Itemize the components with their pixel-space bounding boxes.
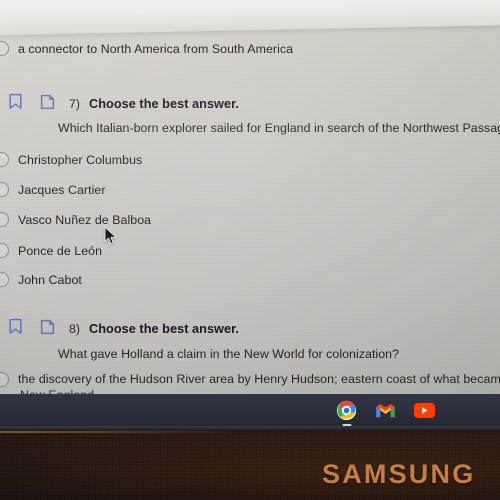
taskbar (0, 394, 500, 426)
option-label: a connector to North America from South … (18, 41, 294, 56)
list-item[interactable]: Jacques Cartier (0, 182, 106, 197)
taskbar-icon-group (336, 394, 435, 426)
list-item[interactable]: the discovery of the Hudson River area b… (0, 371, 500, 387)
list-item[interactable]: John Cabot (0, 272, 82, 287)
question-number: 8) (69, 322, 81, 336)
youtube-icon[interactable] (414, 400, 435, 421)
bookmark-icon[interactable] (8, 318, 23, 340)
option-label: Vasco Nuñez de Balboa (18, 212, 152, 227)
question-prompt: What gave Holland a claim in the New Wor… (58, 347, 400, 361)
option-label: Jacques Cartier (18, 182, 106, 197)
taskbar-item-youtube[interactable] (414, 400, 435, 421)
flag-icon[interactable] (40, 94, 55, 115)
bookmark-icon[interactable] (8, 93, 23, 115)
taskbar-item-chrome[interactable] (336, 400, 357, 426)
taskbar-item-gmail[interactable] (375, 400, 396, 421)
quiz-page: a connector to North America from South … (0, 0, 500, 394)
chrome-icon[interactable] (336, 400, 357, 421)
list-item[interactable]: Christopher Columbus (0, 152, 142, 167)
brand-logo: SAMSUNG (322, 459, 476, 489)
radio-button[interactable] (0, 372, 9, 387)
photograph-of-laptop-screen: a connector to North America from South … (0, 0, 500, 500)
mouse-cursor (104, 226, 117, 245)
option-label: Christopher Columbus (18, 152, 143, 167)
question-prompt: Which Italian-born explorer sailed for E… (58, 121, 500, 135)
flag-icon[interactable] (40, 319, 55, 340)
radio-button[interactable] (0, 152, 9, 167)
question-number: 7) (69, 97, 81, 111)
radio-button[interactable] (0, 41, 9, 56)
list-item[interactable]: Vasco Nuñez de Balboa (0, 212, 151, 227)
option-label: John Cabot (18, 272, 82, 287)
laptop-screen: a connector to North America from South … (0, 0, 500, 394)
question-header: 7) Choose the best answer. (8, 93, 239, 115)
radio-button[interactable] (0, 243, 9, 258)
question-instruction: Choose the best answer. (89, 97, 239, 111)
radio-button[interactable] (0, 272, 9, 287)
option-label: the discovery of the Hudson River area b… (18, 372, 500, 386)
list-item[interactable]: Ponce de León (0, 243, 102, 258)
option-label: Ponce de León (18, 243, 103, 258)
radio-button[interactable] (0, 212, 9, 227)
question-header: 8) Choose the best answer. (8, 318, 239, 340)
list-item[interactable]: a connector to North America from South … (0, 41, 293, 56)
gmail-icon[interactable] (375, 400, 396, 421)
question-instruction: Choose the best answer. (89, 322, 239, 336)
radio-button[interactable] (0, 182, 9, 197)
